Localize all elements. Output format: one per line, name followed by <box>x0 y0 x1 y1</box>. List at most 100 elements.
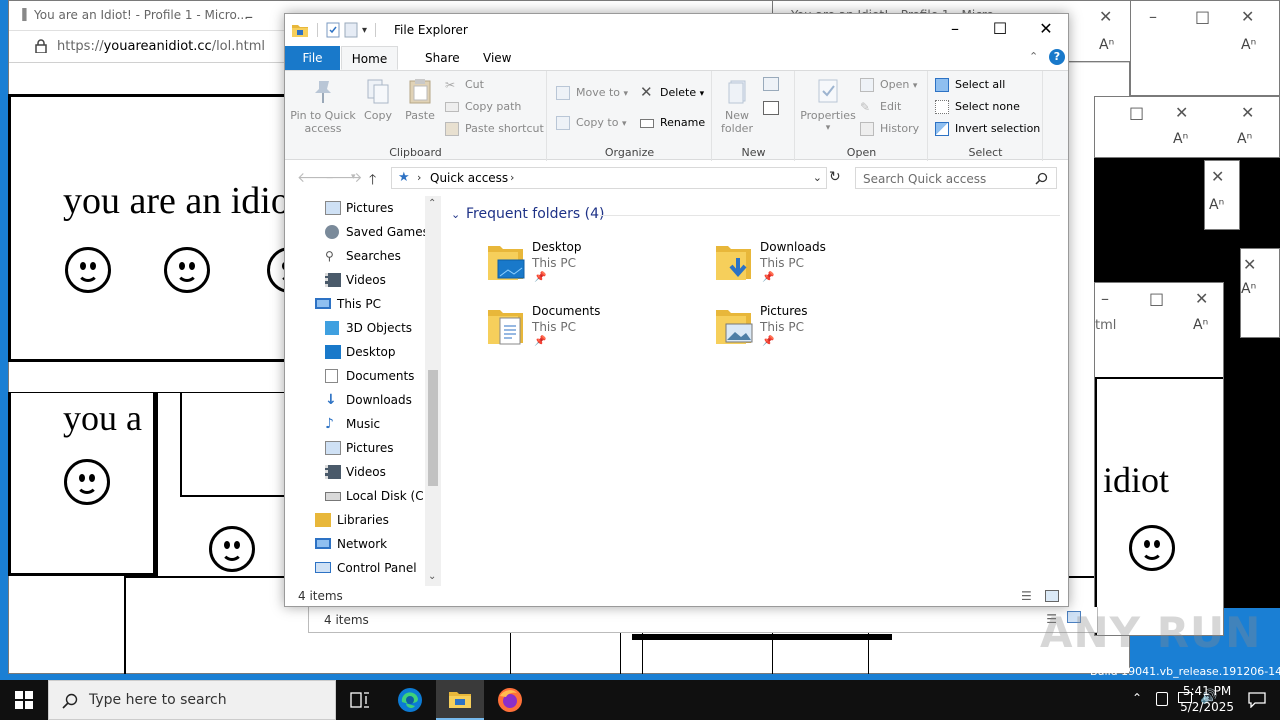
device-icon[interactable] <box>1156 692 1168 706</box>
notification-icon[interactable] <box>1248 692 1266 708</box>
nav-item-local-disk[interactable]: Local Disk (C:) <box>325 484 432 508</box>
explorer-titlebar[interactable]: ▾ File Explorer – ☐ ✕ <box>285 14 1068 46</box>
edge-button[interactable] <box>386 680 434 720</box>
nav-item-music[interactable]: ♪ Music <box>325 412 380 436</box>
copy-button[interactable]: Copy <box>361 77 395 122</box>
minimize-icon[interactable]: – <box>1101 289 1109 308</box>
open-button[interactable]: Open ▾ <box>860 75 917 95</box>
nav-item-desktop[interactable]: Desktop <box>325 340 396 364</box>
read-aloud-icon[interactable]: Aⁿ <box>1237 131 1252 147</box>
read-aloud-icon[interactable]: Aⁿ <box>1209 197 1224 213</box>
rename-button[interactable]: Rename <box>640 113 705 133</box>
address-dropdown-icon[interactable]: ⌄ <box>813 171 822 184</box>
read-aloud-icon[interactable]: Aⁿ <box>1193 317 1208 333</box>
nav-item-libraries[interactable]: Libraries <box>315 508 389 532</box>
nav-item-videos-pc[interactable]: Videos <box>325 460 386 484</box>
tab-file[interactable]: File <box>285 46 340 70</box>
chevron-down-icon[interactable]: ⌄ <box>451 208 460 221</box>
read-aloud-icon[interactable]: Aⁿ <box>1241 37 1256 53</box>
breadcrumb[interactable]: Quick access <box>430 171 508 185</box>
nav-item-videos[interactable]: Videos <box>325 268 386 292</box>
minimize-icon[interactable]: – <box>1149 7 1157 26</box>
customize-quick-access-icon[interactable]: ▾ <box>362 25 367 36</box>
browser-tab-title[interactable]: You are an Idiot! - Profile 1 - Micro... <box>34 8 248 22</box>
nav-item-downloads[interactable]: ↓ Downloads <box>325 388 412 412</box>
copy-to-button[interactable]: Copy to ▾ <box>556 113 626 133</box>
folder-item[interactable]: Documents This PC 📌 <box>486 304 706 364</box>
new-folder-icon[interactable] <box>344 22 358 38</box>
select-none-button[interactable]: Select none <box>935 97 1020 117</box>
firefox-button[interactable] <box>486 680 534 720</box>
easy-access-icon[interactable] <box>763 101 779 115</box>
details-view-icon[interactable]: ☰ <box>1021 589 1032 603</box>
scroll-up-icon[interactable]: ⌃ <box>428 198 436 209</box>
nav-item-pictures[interactable]: Pictures <box>325 196 394 220</box>
chevron-up-icon[interactable]: ⌃ <box>1132 691 1142 705</box>
folder-item[interactable]: Downloads This PC 📌 <box>714 240 934 300</box>
paste-button[interactable]: Paste <box>401 77 439 122</box>
nav-item-searches[interactable]: ⚲ Searches <box>325 244 401 268</box>
paste-shortcut-button[interactable]: Paste shortcut <box>445 119 544 139</box>
task-view-button[interactable] <box>336 680 384 720</box>
history-button[interactable]: History <box>860 119 919 139</box>
nav-scrollbar[interactable]: ⌃ ⌄ <box>425 196 441 586</box>
new-folder-button[interactable]: New folder <box>717 77 757 135</box>
help-icon[interactable]: ? <box>1049 49 1065 65</box>
close-icon[interactable]: ✕ <box>1099 7 1112 26</box>
nav-item-control-panel[interactable]: Control Panel <box>315 556 417 580</box>
close-icon[interactable]: ✕ <box>1211 167 1224 186</box>
properties-button[interactable]: Properties ▾ <box>800 77 856 135</box>
select-all-button[interactable]: Select all <box>935 75 1005 95</box>
invert-selection-button[interactable]: Invert selection <box>935 119 1040 139</box>
close-icon[interactable]: ✕ <box>1195 289 1208 308</box>
refresh-icon[interactable]: ↻ <box>829 169 841 185</box>
recent-locations-icon[interactable]: ▾ <box>351 172 356 182</box>
file-explorer-taskbar-button[interactable] <box>436 680 484 720</box>
maximize-icon[interactable]: □ <box>1149 289 1164 308</box>
start-button[interactable] <box>0 680 48 720</box>
address-bar[interactable]: ★ › Quick access › ⌄ <box>391 167 827 189</box>
up-arrow-icon[interactable]: 🡑 <box>369 169 376 193</box>
browser-url[interactable]: tml <box>1095 318 1116 333</box>
minimize-icon[interactable]: – <box>245 7 253 26</box>
nav-item-documents[interactable]: Documents <box>325 364 414 388</box>
nav-item-3d-objects[interactable]: 3D Objects <box>325 316 412 340</box>
close-icon[interactable]: ✕ <box>1243 255 1256 274</box>
close-icon[interactable]: ✕ <box>1175 103 1188 122</box>
edit-button[interactable]: ✎ Edit <box>860 97 901 117</box>
tab-share[interactable]: Share <box>413 46 472 70</box>
folder-item[interactable]: Pictures This PC 📌 <box>714 304 934 364</box>
close-icon[interactable]: ✕ <box>1241 7 1254 26</box>
search-input[interactable]: Search Quick access <box>855 167 1057 189</box>
read-aloud-icon[interactable]: Aⁿ <box>1099 37 1114 53</box>
maximize-icon[interactable]: □ <box>1129 103 1144 122</box>
move-to-button[interactable]: Move to ▾ <box>556 83 628 103</box>
read-aloud-icon[interactable]: Aⁿ <box>1173 131 1188 147</box>
tab-view[interactable]: View <box>471 46 523 70</box>
nav-item-this-pc[interactable]: This PC <box>315 292 381 316</box>
delete-button[interactable]: ✕ Delete ▾ <box>640 83 704 103</box>
folder-item[interactable]: Desktop This PC 📌 <box>486 240 706 300</box>
close-icon[interactable]: ✕ <box>1241 103 1254 122</box>
cut-button[interactable]: ✂ Cut <box>445 75 484 95</box>
forward-arrow-icon[interactable]: 🡒 <box>325 169 363 186</box>
maximize-icon[interactable]: ☐ <box>977 14 1023 44</box>
read-aloud-icon[interactable]: Aⁿ <box>1241 281 1256 297</box>
collapse-ribbon-icon[interactable]: ⌃ <box>1029 50 1038 63</box>
close-icon[interactable]: ✕ <box>1023 14 1069 44</box>
copy-path-button[interactable]: Copy path <box>445 97 521 117</box>
new-item-icon[interactable] <box>763 77 779 91</box>
nav-item-network[interactable]: Network <box>315 532 387 556</box>
minimize-icon[interactable]: – <box>932 14 978 44</box>
group-header[interactable]: Frequent folders (4) <box>466 206 605 222</box>
properties-icon[interactable] <box>326 22 340 38</box>
maximize-icon[interactable]: □ <box>1195 7 1210 26</box>
nav-item-pictures-pc[interactable]: Pictures <box>325 436 394 460</box>
pin-quick-access-button[interactable]: Pin to Quick access <box>289 77 357 135</box>
taskbar-search-input[interactable]: Type here to search <box>48 680 336 720</box>
clock[interactable]: 5:41 PM 5/2/2025 <box>1180 683 1234 715</box>
tab-home[interactable]: Home <box>341 46 398 70</box>
scroll-down-icon[interactable]: ⌄ <box>428 571 436 582</box>
large-icons-view-icon[interactable] <box>1045 590 1059 602</box>
browser-url[interactable]: https://youareanidiot.cc/lol.html <box>57 39 265 54</box>
